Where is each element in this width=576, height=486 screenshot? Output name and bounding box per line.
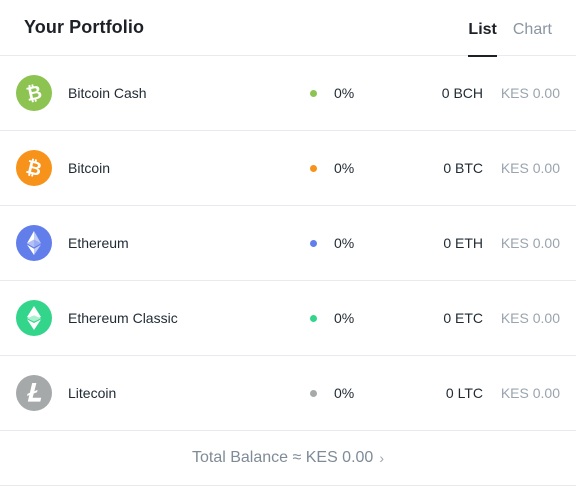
allocation-dot	[310, 240, 317, 247]
svg-text:₿: ₿	[24, 81, 44, 106]
allocation-percent: 0%	[334, 310, 355, 326]
page-title: Your Portfolio	[24, 17, 145, 37]
asset-name: Ethereum Classic	[68, 310, 178, 326]
chevron-right-icon: ›	[379, 449, 384, 466]
total-balance-link[interactable]: Total Balance ≈ KES 0.00 ›	[192, 449, 384, 467]
allocation-dot	[310, 390, 317, 397]
asset-fiat-value: KES 0.00	[500, 385, 560, 401]
asset-name: Ethereum	[68, 235, 129, 251]
asset-amount: 0 BTC	[443, 160, 483, 176]
asset-fiat-value: KES 0.00	[500, 310, 560, 326]
bitcoin-glyph: ₿	[24, 156, 44, 181]
litecoin-glyph	[27, 383, 42, 402]
allocation-percent: 0%	[334, 385, 355, 401]
allocation-dot	[310, 165, 317, 172]
portfolio-footer: Total Balance ≈ KES 0.00 ›	[0, 431, 576, 486]
asset-fiat-value: KES 0.00	[500, 160, 560, 176]
allocation-dot	[310, 315, 317, 322]
asset-row-bitcoin[interactable]: ₿ Bitcoin 0% 0 BTC KES 0.00	[0, 131, 576, 206]
svg-text:₿: ₿	[24, 156, 44, 181]
asset-amount: 0 BCH	[441, 85, 483, 101]
asset-fiat-value: KES 0.00	[500, 85, 560, 101]
asset-amount: 0 ETH	[443, 235, 483, 251]
view-tabs: List Chart	[452, 0, 552, 57]
allocation-dot	[310, 90, 317, 97]
bitcoin-icon: ₿	[16, 150, 52, 186]
ethereum-classic-icon	[16, 300, 52, 336]
portfolio-header: Your Portfolio List Chart	[0, 0, 576, 57]
ethereum-icon	[16, 225, 52, 261]
total-balance-label: Total Balance ≈ KES 0.00	[191, 448, 374, 466]
asset-name: Litecoin	[68, 385, 117, 401]
asset-row-bitcoin-cash[interactable]: ₿ Bitcoin Cash 0% 0 BCH KES 0.00	[0, 56, 576, 131]
tab-chart[interactable]: Chart	[513, 0, 552, 56]
bitcoin-cash-glyph: ₿	[24, 81, 44, 106]
allocation-percent: 0%	[334, 160, 355, 176]
asset-list: ₿ Bitcoin Cash 0% 0 BCH KES 0.00 ₿ Bitco…	[0, 56, 576, 431]
portfolio-card: Your Portfolio List Chart ₿ Bitcoin Cash…	[0, 0, 576, 486]
asset-name: Bitcoin	[68, 160, 111, 176]
litecoin-icon	[16, 375, 52, 411]
asset-amount: 0 ETC	[443, 310, 483, 326]
asset-name: Bitcoin Cash	[68, 85, 147, 101]
asset-fiat-value: KES 0.00	[500, 235, 560, 251]
bitcoin-cash-icon: ₿	[16, 75, 52, 111]
allocation-percent: 0%	[334, 85, 355, 101]
ethereum-classic-glyph	[27, 306, 41, 330]
asset-row-ethereum[interactable]: Ethereum 0% 0 ETH KES 0.00	[0, 206, 576, 281]
tab-list[interactable]: List	[468, 0, 498, 57]
asset-row-litecoin[interactable]: Litecoin 0% 0 LTC KES 0.00	[0, 356, 576, 431]
allocation-percent: 0%	[334, 235, 355, 251]
ethereum-glyph	[27, 231, 41, 255]
asset-row-ethereum-classic[interactable]: Ethereum Classic 0% 0 ETC KES 0.00	[0, 281, 576, 356]
asset-amount: 0 LTC	[445, 385, 483, 401]
